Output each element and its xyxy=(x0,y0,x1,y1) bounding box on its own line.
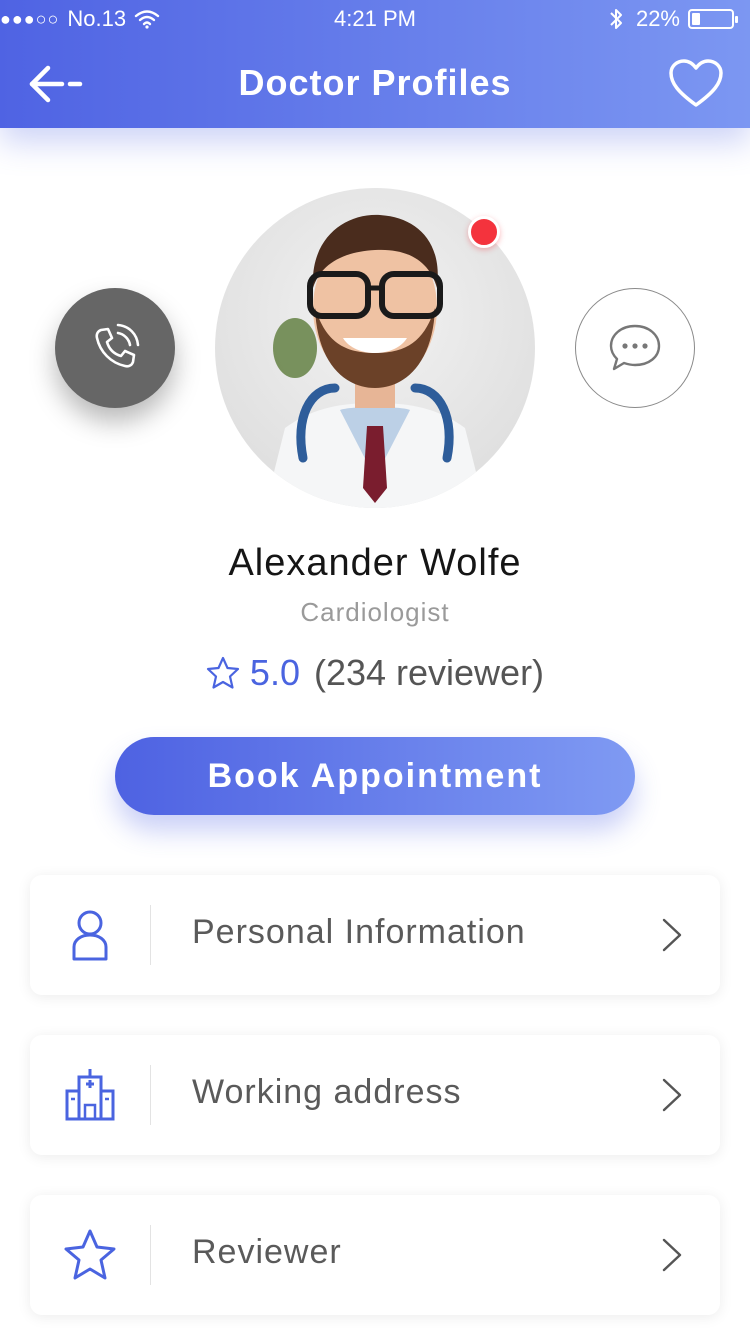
online-status-dot xyxy=(468,216,500,248)
heart-outline-icon[interactable] xyxy=(668,58,724,110)
user-icon xyxy=(72,910,108,961)
star-outline-icon xyxy=(206,656,240,689)
chat-bubble-icon xyxy=(609,324,661,371)
menu-label: Reviewer xyxy=(192,1233,342,1271)
status-right: 22% xyxy=(608,6,738,32)
menu-divider xyxy=(150,1065,151,1125)
call-button[interactable] xyxy=(55,288,175,408)
menu-icon-wrap xyxy=(60,1225,120,1285)
battery-level xyxy=(692,13,701,25)
doctor-specialty: Cardiologist xyxy=(300,597,450,627)
menu-item-working-address[interactable]: Working address xyxy=(30,1035,720,1155)
header-bar: ●●●○○ No.13 4:21 PM 22% Doctor Profiles xyxy=(0,0,750,128)
chevron-right-icon xyxy=(662,1078,682,1112)
battery-percent: 22% xyxy=(635,6,680,31)
menu-item-reviewer[interactable]: Reviewer xyxy=(30,1195,720,1315)
bluetooth-icon xyxy=(610,9,622,29)
book-appointment-button[interactable]: Book Appointment xyxy=(115,737,635,815)
hospital-icon xyxy=(65,1069,115,1121)
phone-call-icon xyxy=(95,323,140,368)
rating-row: 5.0 (234 reviewer) xyxy=(0,652,750,694)
menu-icon-wrap xyxy=(60,1065,120,1125)
status-bar: ●●●○○ No.13 4:21 PM 22% xyxy=(0,0,750,40)
rating-value: 5.0 xyxy=(249,652,300,693)
menu-label: Personal Information xyxy=(192,913,526,951)
doctor-name: Alexander Wolfe xyxy=(228,542,522,584)
menu-icon-wrap xyxy=(60,905,120,965)
battery-icon xyxy=(688,9,738,29)
chevron-right-icon xyxy=(662,1238,682,1272)
menu-divider xyxy=(150,905,151,965)
page-title: Doctor Profiles xyxy=(238,62,512,103)
star-icon xyxy=(64,1229,116,1280)
menu-divider xyxy=(150,1225,151,1285)
message-button[interactable] xyxy=(575,288,695,408)
chevron-right-icon xyxy=(662,918,682,952)
review-count: (234 reviewer) xyxy=(313,652,545,693)
menu-label: Working address xyxy=(192,1073,462,1111)
menu-item-personal-information[interactable]: Personal Information xyxy=(30,875,720,995)
